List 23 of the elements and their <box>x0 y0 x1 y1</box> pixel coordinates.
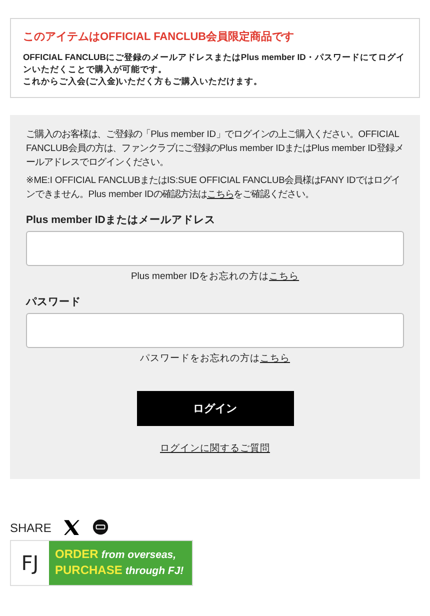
banner-logo: FJ <box>11 541 49 585</box>
hint-text: Plus member IDをお忘れの方は こちら <box>130 270 300 283</box>
notice-text: これからご入会(ご入金)いただく方もご購入いただけます。 <box>23 75 264 87</box>
link[interactable]: こちら <box>260 353 290 364</box>
faq-link[interactable]: ログインに関するご質問 <box>160 443 270 454</box>
login-button[interactable]: ログイン <box>136 391 294 426</box>
intro-text: ご購入のお客様は、ご登録の「Plus member ID」でログインの上ご購入ください。OFFICIAL FANCLUB会員の方は、ファンクラブにご登録のPlus member IDまたはPlus member ID登録メールアドレスでログインください。 <box>26 128 404 169</box>
link[interactable]: こちら <box>206 189 234 199</box>
hint-text: パスワードをお忘れの方は こちら <box>139 352 291 365</box>
banner-text: PURCHASE through FJ! <box>55 563 185 579</box>
x-logo-icon[interactable] <box>63 519 80 536</box>
notice-title: このアイテムはOFFICIAL FANCLUB会員限定商品です <box>23 30 296 44</box>
link[interactable]: こちら <box>269 271 300 282</box>
notice-text: OFFICIAL FANCLUBにご登録のメールアドレスまたはPlus member ID・パスワードにてログインいただくことで購入が可能です。 <box>23 51 406 75</box>
banner[interactable]: FJ ORDER from overseas, PURCHASE through FJ! <box>10 540 193 586</box>
field-label: Plus member IDまたはメールアドレス <box>26 213 216 227</box>
banner-text: ORDER from overseas, <box>55 547 178 563</box>
field-label: パスワード <box>26 295 82 309</box>
input-field[interactable] <box>26 231 404 266</box>
note-text: ※ME:I OFFICIAL FANCLUBまたはIS:SUE OFFICIAL FANCLUB会員様はFANY IDではログインできません。Plus member IDの確認方法はこちらをご確認ください。 <box>26 174 402 201</box>
input-field[interactable] <box>26 313 404 348</box>
share-label: SHARE <box>10 520 52 534</box>
chat-bubble-icon[interactable] <box>92 519 110 536</box>
